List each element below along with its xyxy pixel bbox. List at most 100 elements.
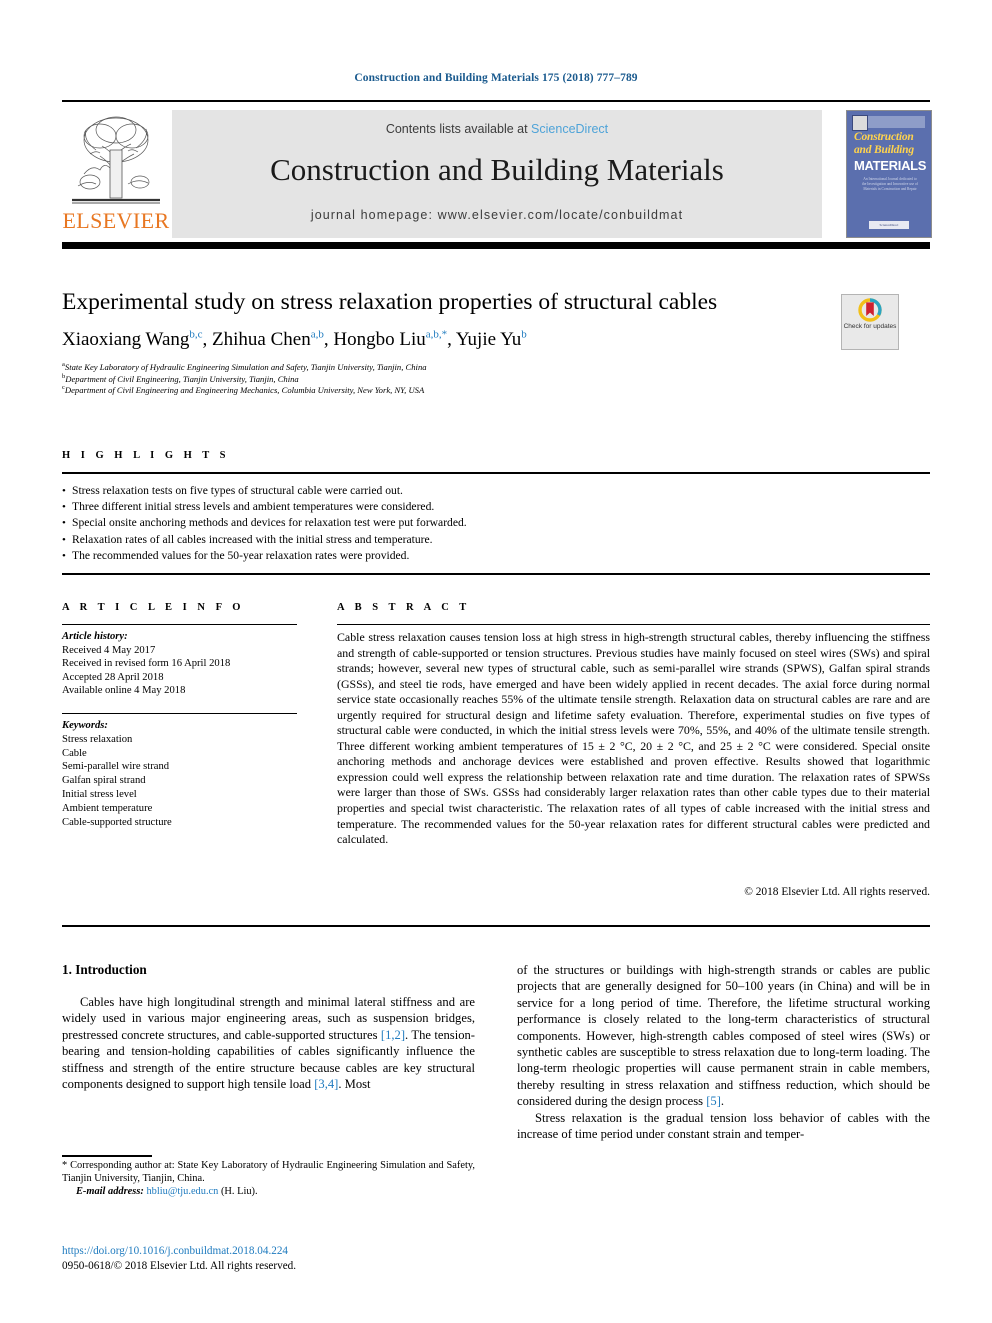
- author-entry: Hongbo Liua,b,*: [333, 329, 447, 350]
- cover-footer-logo: ScienceDirect: [869, 221, 909, 229]
- highlight-text: Stress relaxation tests on five types of…: [72, 484, 403, 497]
- article-info-heading: A R T I C L E I N F O: [62, 602, 245, 613]
- abstract-text: Cable stress relaxation causes tension l…: [337, 630, 930, 847]
- article-history: Article history: Received 4 May 2017 Rec…: [62, 630, 297, 698]
- page-title: Experimental study on stress relaxation …: [62, 289, 718, 315]
- email-label: E-mail address:: [76, 1186, 144, 1198]
- keyword-item: Initial stress level: [62, 788, 137, 800]
- list-item: • Stress relaxation tests on five types o…: [62, 483, 930, 499]
- keyword-item: Galfan spiral strand: [62, 775, 146, 787]
- author-marks[interactable]: a,b,*: [426, 329, 447, 341]
- paragraph-text: . Most: [338, 1077, 371, 1092]
- crossmark-label: Check for updates: [843, 323, 897, 330]
- citation-ref[interactable]: [5]: [706, 1094, 721, 1108]
- history-item: Accepted 28 April 2018: [62, 671, 164, 683]
- affiliation-text: Department of Civil Engineering and Engi…: [64, 385, 425, 396]
- paragraph: Cables have high longitudinal strength a…: [62, 994, 475, 1092]
- journal-cover-thumbnail: Construction and Building MATERIALS An I…: [846, 110, 932, 238]
- sciencedirect-link[interactable]: ScienceDirect: [531, 122, 608, 136]
- footnote-corresponding-author: * Corresponding author at: State Key Lab…: [62, 1159, 475, 1199]
- body-column-left: 1. Introduction Cables have high longitu…: [62, 962, 475, 1092]
- author-name: Yujie Yu: [455, 329, 522, 350]
- bullet-icon: •: [62, 517, 66, 530]
- list-item: • The recommended values for the 50-year …: [62, 548, 930, 564]
- running-head: Construction and Building Materials 175 …: [354, 72, 638, 84]
- author-sep: ,: [323, 329, 334, 350]
- journal-masthead: ELSEVIER Contents lists available at Sci…: [62, 100, 932, 242]
- author-name: Hongbo Liu: [333, 329, 426, 350]
- abstract-rule: [337, 624, 930, 626]
- masthead-bottom-rule: [62, 242, 930, 249]
- affiliation-item: cDepartment of Civil Engineering and Eng…: [62, 385, 862, 397]
- abstract-heading: A B S T R A C T: [337, 602, 471, 613]
- citation-ref[interactable]: [1,2]: [381, 1028, 405, 1042]
- list-item: • Special onsite anchoring methods and de…: [62, 515, 930, 531]
- author-list: Xiaoxiang Wangb,c, Zhihua Chena,b, Hongb…: [62, 328, 832, 352]
- journal-title: Construction and Building Materials: [270, 152, 724, 187]
- elsevier-logo: ELSEVIER: [62, 110, 170, 238]
- author-name: Zhihua Chen: [212, 329, 311, 350]
- paper-page: Construction and Building Materials 175 …: [0, 0, 992, 1323]
- history-item: Received in revised form 16 April 2018: [62, 658, 231, 670]
- elsevier-tree-icon: [72, 116, 160, 204]
- email-suffix: (H. Liu).: [218, 1186, 258, 1198]
- author-marks[interactable]: b,c: [189, 329, 202, 341]
- history-item: Received 4 May 2017: [62, 644, 156, 656]
- citation-ref[interactable]: [3,4]: [314, 1077, 338, 1091]
- highlights-bottom-rule: [62, 573, 930, 575]
- article-info-rule: [62, 624, 297, 626]
- cover-badge-icon: [852, 115, 868, 131]
- elsevier-wordmark: ELSEVIER: [62, 208, 170, 233]
- author-marks[interactable]: b: [521, 329, 527, 341]
- footnote-rule: [62, 1155, 152, 1157]
- affiliation-text: State Key Laboratory of Hydraulic Engine…: [64, 362, 427, 372]
- author-entry: Yujie Yub: [456, 329, 527, 350]
- highlights-top-rule: [62, 472, 930, 474]
- author-sep: ,: [202, 329, 213, 350]
- footnote-text: Corresponding author at: State Key Labor…: [62, 1160, 475, 1185]
- bullet-icon: •: [62, 485, 66, 497]
- copyright-line: © 2018 Elsevier Ltd. All rights reserved…: [744, 886, 930, 898]
- contents-lists-line: Contents lists available at ScienceDirec…: [172, 122, 822, 136]
- keywords-label: Keywords:: [62, 720, 108, 731]
- cover-title-line2: and Building: [854, 144, 914, 156]
- keyword-item: Semi-parallel wire strand: [62, 761, 170, 773]
- keywords-block: Keywords: Stress relaxation Cable Semi-p…: [62, 719, 297, 829]
- paragraph: Stress relaxation is the gradual tension…: [517, 1110, 930, 1143]
- contents-prefix: Contents lists available at: [385, 122, 532, 136]
- affiliation-text: Department of Civil Engineering, Tianjin…: [65, 373, 299, 384]
- crossmark-button[interactable]: Check for updates: [841, 294, 899, 350]
- highlight-text: Relaxation rates of all cables increased…: [72, 532, 433, 546]
- email-link[interactable]: hbliu@tju.edu.cn: [146, 1186, 218, 1197]
- highlight-text: The recommended values for the 50-year r…: [72, 548, 410, 562]
- list-item: • Three different initial stress levels a…: [62, 499, 930, 515]
- bullet-icon: •: [62, 533, 66, 546]
- paragraph-text: Stress relaxation is the gradual tension…: [517, 1110, 930, 1142]
- keyword-item: Ambient temperature: [62, 802, 153, 814]
- paragraph-text: .: [720, 1094, 725, 1109]
- abstract-bottom-rule: [62, 925, 930, 927]
- author-entry: Xiaoxiang Wangb,c: [62, 329, 203, 350]
- list-item: • Relaxation rates of all cables increase…: [62, 532, 930, 548]
- masthead-band: Contents lists available at ScienceDirec…: [172, 110, 822, 238]
- cover-title-line3: MATERIALS: [854, 158, 927, 173]
- section-title-introduction: 1. Introduction: [62, 962, 147, 977]
- doi-block: https://doi.org/10.1016/j.conbuildmat.20…: [62, 1244, 492, 1273]
- article-history-label: Article history:: [62, 631, 128, 642]
- issn-copyright-line: 0950-0618/© 2018 Elsevier Ltd. All right…: [62, 1259, 297, 1272]
- highlights-heading: H I G H L I G H T S: [62, 450, 230, 461]
- bullet-icon: •: [62, 549, 66, 562]
- affiliation-item: bDepartment of Civil Engineering, Tianji…: [62, 373, 862, 386]
- cover-title-line1: Construction: [854, 131, 914, 143]
- paragraph-text: of the structures or buildings with high…: [517, 963, 930, 1109]
- keyword-item: Cable-supported structure: [62, 816, 172, 828]
- author-sep: ,: [447, 329, 456, 350]
- keyword-item: Stress relaxation: [62, 733, 133, 745]
- affiliation-list: aState Key Laboratory of Hydraulic Engin…: [62, 361, 862, 397]
- doi-link[interactable]: https://doi.org/10.1016/j.conbuildmat.20…: [62, 1244, 492, 1259]
- highlight-text: Special onsite anchoring methods and dev…: [72, 516, 467, 530]
- highlights-list: • Stress relaxation tests on five types o…: [62, 483, 930, 564]
- author-marks[interactable]: a,b: [311, 329, 324, 341]
- bullet-icon: •: [62, 501, 66, 514]
- journal-homepage-link[interactable]: journal homepage: www.elsevier.com/locat…: [172, 208, 822, 222]
